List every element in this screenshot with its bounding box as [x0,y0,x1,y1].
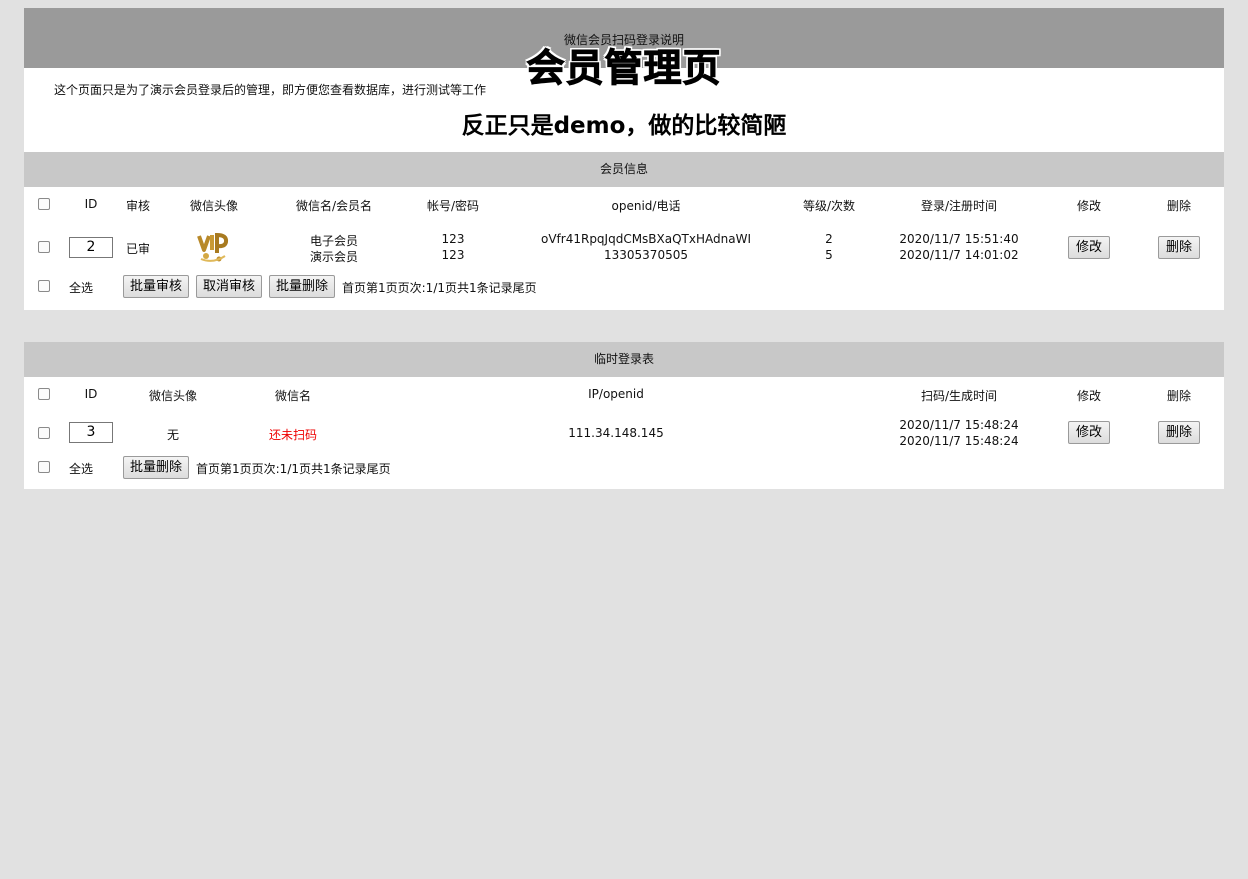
temp-header-checkbox[interactable] [38,388,50,400]
col-header-delete: 删除 [1166,199,1191,213]
vip-avatar-image [193,226,233,266]
col-header-time: 登录/注册时间 [920,199,998,213]
row-create-time: 2020/11/7 15:48:24 [899,434,1019,448]
select-all-checkbox[interactable] [38,280,50,292]
select-all-label: 全选 [69,281,94,295]
row-checkbox[interactable] [38,427,50,439]
header-subtitle: 反正只是demo，做的比较简陋 [461,113,787,139]
temp-login-panel: 临时登录表 ID 微信头像 微信名 IP/openid 扫码/生成时间 修改 删… [24,342,1224,489]
row-scan-time: 2020/11/7 15:48:24 [899,418,1019,432]
temp-login-panel-title: 临时登录表 [24,342,1224,377]
row-delete-button[interactable]: 删除 [1158,421,1200,444]
table-row: 2 已审 电子会员 演示会员 123 123 oVfr41RpqJqdCMsBX… [24,223,1224,275]
col-header-account: 帐号/密码 [426,199,480,213]
batch-delete-button[interactable]: 批量删除 [123,456,190,479]
members-panel: 会员信息 ID 审核 微信头像 微信名/会员名 帐号/密码 openid/电话 … [24,152,1224,310]
row-ip: 111.34.148.145 [568,426,664,440]
row-member-name: 演示会员 [309,250,358,264]
temp-col-header-id: ID [84,387,98,401]
header-bar: 微信会员扫码登录说明 会员管理页 [24,8,1224,91]
temp-pager: 首页第1页页次:1/1页共1条记录尾页 [196,462,391,476]
col-header-level: 等级/次数 [802,199,856,213]
batch-delete-button[interactable]: 批量删除 [269,275,336,298]
page-title: 会员管理页 [526,46,722,91]
members-header-checkbox[interactable] [38,198,50,210]
col-header-audit: 审核 [125,199,150,213]
row-phone: 13305370505 [604,248,688,262]
row-delete-button[interactable]: 删除 [1158,236,1200,259]
temp-col-header-name: 微信名 [274,389,311,403]
row-id-input[interactable]: 2 [69,237,113,258]
row-level: 2 [825,232,833,246]
row-login-time: 2020/11/7 15:51:40 [899,232,1019,246]
temp-col-header-ip: IP/openid [588,387,644,401]
panel-spacer [24,310,1224,342]
page-container: 微信会员扫码登录说明 会员管理页 这个页面只是为了演示会员登录后的管理，即方便您… [24,8,1224,489]
temp-footer-row: 全选 批量删除 首页第1页页次:1/1页共1条记录尾页 [24,453,1224,489]
row-wechat-name: 电子会员 [309,234,358,248]
select-all-label: 全选 [69,462,94,476]
row-id-input[interactable]: 3 [69,422,113,443]
members-panel-title: 会员信息 [24,152,1224,187]
temp-col-header-time: 扫码/生成时间 [920,389,998,403]
row-count: 5 [825,248,833,262]
col-header-openid: openid/电话 [611,199,681,213]
temp-col-header-delete: 删除 [1166,389,1191,403]
row-wechat-name-status: 还未扫码 [268,428,317,442]
col-header-avatar: 微信头像 [189,199,238,213]
row-edit-button[interactable]: 修改 [1068,421,1110,444]
row-password: 123 [441,248,465,262]
vip-icon [193,226,233,266]
col-header-edit: 修改 [1076,199,1101,213]
col-header-id: ID [84,197,98,211]
members-footer-row: 全选 批量审核 取消审核 批量删除 首页第1页页次:1/1页共1条记录尾页 [24,275,1224,310]
row-avatar-text: 无 [166,428,179,442]
members-header-row: ID 审核 微信头像 微信名/会员名 帐号/密码 openid/电话 等级/次数… [24,187,1224,223]
table-row: 3 无 还未扫码 111.34.148.145 2020/11/7 15:48:… [24,413,1224,453]
row-checkbox[interactable] [38,241,50,253]
temp-col-header-edit: 修改 [1076,389,1101,403]
row-audit-status: 已审 [125,242,150,256]
row-openid: oVfr41RpqJqdCMsBXaQTxHAdnaWI [541,232,751,246]
temp-header-row: ID 微信头像 微信名 IP/openid 扫码/生成时间 修改 删除 [24,377,1224,413]
batch-audit-button[interactable]: 批量审核 [123,275,190,298]
row-account: 123 [441,232,465,246]
cancel-audit-button[interactable]: 取消审核 [196,275,263,298]
select-all-checkbox[interactable] [38,461,50,473]
row-register-time: 2020/11/7 14:01:02 [899,248,1019,262]
col-header-name: 微信名/会员名 [295,199,373,213]
members-pager: 首页第1页页次:1/1页共1条记录尾页 [342,281,537,295]
temp-col-header-avatar: 微信头像 [148,389,197,403]
row-edit-button[interactable]: 修改 [1068,236,1110,259]
